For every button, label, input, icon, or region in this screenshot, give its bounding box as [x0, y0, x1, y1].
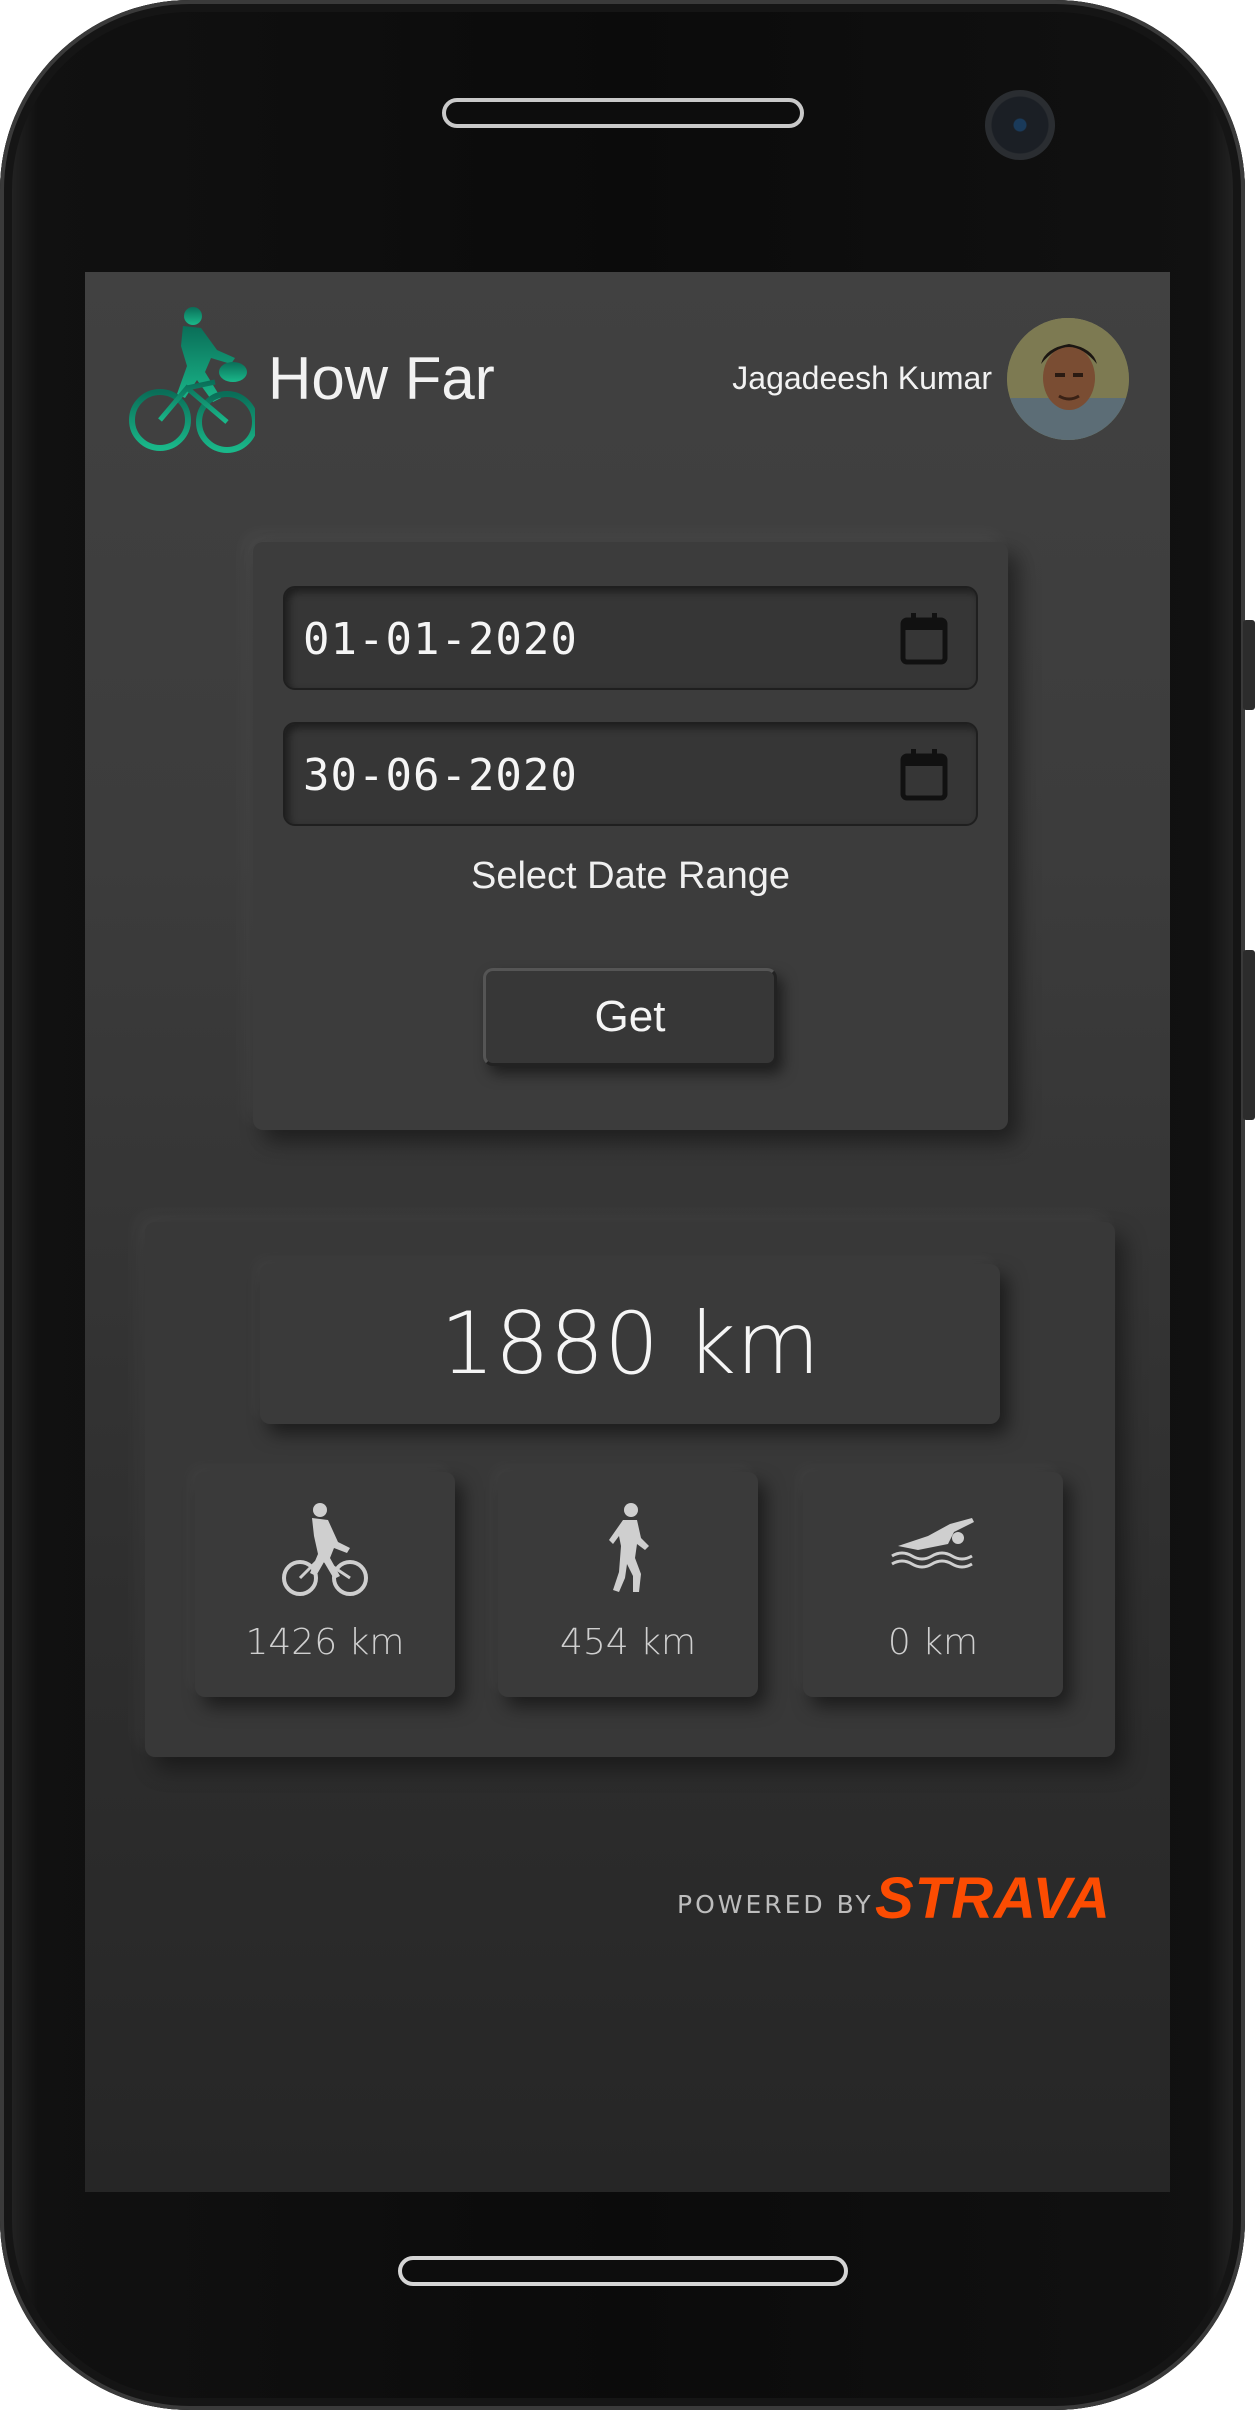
- cyclist-logo-icon: [129, 307, 255, 453]
- volume-button: [1243, 620, 1255, 710]
- stats-card: 1880 km 1426 km 454 km 0 km: [145, 1222, 1115, 1757]
- running-distance: 454 km: [559, 1622, 697, 1663]
- avatar-photo: [1007, 318, 1129, 440]
- total-distance-value: 1880 km: [440, 1294, 820, 1394]
- phone-frame: How Far Jagadeesh Kumar 01-01-2020 30-06…: [0, 0, 1255, 2410]
- strava-logo[interactable]: STRAVA: [875, 1865, 1111, 1932]
- get-button[interactable]: Get: [483, 968, 777, 1066]
- avatar[interactable]: [1007, 318, 1129, 440]
- power-button: [1243, 950, 1255, 1120]
- front-camera: [985, 90, 1055, 160]
- cycling-distance: 1426 km: [245, 1622, 405, 1663]
- swimming-icon: [891, 1518, 974, 1569]
- app-title: How Far: [268, 345, 495, 412]
- end-date-value: 30-06-2020: [303, 750, 578, 801]
- calendar-icon[interactable]: [900, 748, 948, 802]
- date-range-card: 01-01-2020 30-06-2020 Select Date Range: [253, 542, 1008, 1130]
- calendar-icon[interactable]: [900, 612, 948, 666]
- end-date-input[interactable]: 30-06-2020: [283, 722, 978, 826]
- total-distance-box: 1880 km: [260, 1264, 1000, 1424]
- swimming-distance: 0 km: [887, 1622, 979, 1663]
- home-indicator[interactable]: [398, 2256, 848, 2286]
- start-date-input[interactable]: 01-01-2020: [283, 586, 978, 690]
- app-screen: How Far Jagadeesh Kumar 01-01-2020 30-06…: [85, 272, 1170, 2192]
- select-date-range-label: Select Date Range: [471, 855, 790, 897]
- cycling-stat: 1426 km: [195, 1472, 455, 1697]
- running-icon: [609, 1503, 649, 1592]
- speaker-grille: [442, 98, 804, 128]
- start-date-value: 01-01-2020: [303, 614, 578, 665]
- swimming-stat: 0 km: [803, 1472, 1063, 1697]
- cycling-icon: [282, 1503, 368, 1596]
- powered-by-label: POWERED BY: [677, 1890, 874, 1919]
- running-stat: 454 km: [498, 1472, 758, 1697]
- user-name: Jagadeesh Kumar: [732, 360, 992, 396]
